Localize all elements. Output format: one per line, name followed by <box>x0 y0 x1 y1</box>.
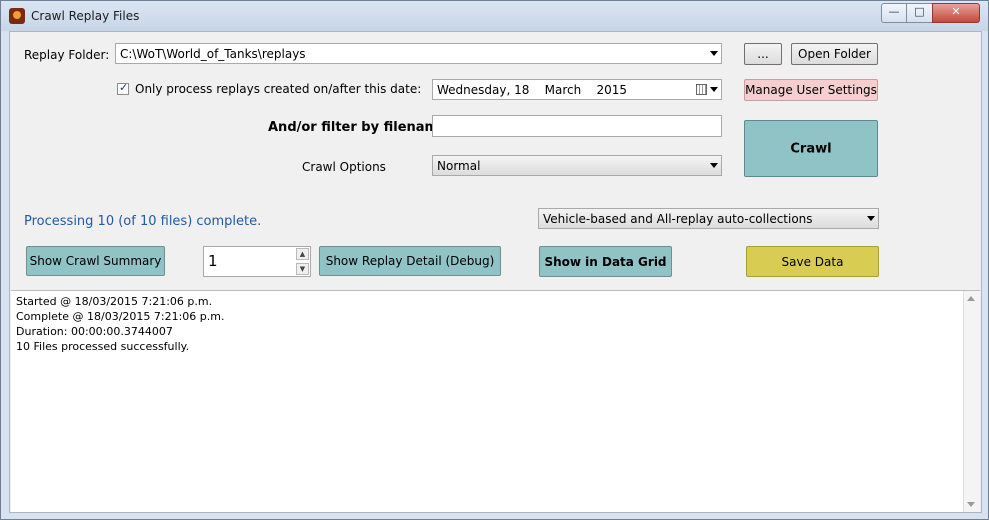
show-in-data-grid-button[interactable]: Show in Data Grid <box>539 246 672 277</box>
filename-filter-input[interactable] <box>432 115 722 137</box>
open-folder-label: Open Folder <box>798 47 871 61</box>
manage-user-settings-button[interactable]: Manage User Settings <box>744 79 878 101</box>
title-bar[interactable]: Crawl Replay Files — □ ✕ <box>1 1 988 31</box>
log-output[interactable]: Started @ 18/03/2015 7:21:06 p.m. Comple… <box>11 290 980 512</box>
game-app-icon <box>9 8 25 24</box>
status-text: Processing 10 (of 10 files) complete. <box>24 214 262 229</box>
scroll-up-icon[interactable] <box>967 296 975 301</box>
collections-value: Vehicle-based and All-replay auto-collec… <box>543 212 813 226</box>
replay-folder-label: Replay Folder: <box>24 48 110 62</box>
show-crawl-summary-label: Show Crawl Summary <box>29 254 162 268</box>
collections-select[interactable]: Vehicle-based and All-replay auto-collec… <box>538 208 879 229</box>
chevron-down-icon[interactable] <box>710 87 718 92</box>
date-filter-label: Only process replays created on/after th… <box>135 82 422 96</box>
browse-button-label: ... <box>757 47 769 61</box>
chevron-down-icon[interactable] <box>710 163 718 168</box>
stepper-down-icon[interactable]: ▼ <box>296 263 309 275</box>
close-button[interactable]: ✕ <box>932 3 980 23</box>
filename-filter-label: And/or filter by filename: <box>268 120 453 135</box>
log-line: 10 Files processed successfully. <box>16 340 190 353</box>
crawl-replay-files-window: Crawl Replay Files — □ ✕ Replay Folder: … <box>0 0 989 520</box>
show-replay-detail-button[interactable]: Show Replay Detail (Debug) <box>319 246 501 276</box>
show-in-data-grid-label: Show in Data Grid <box>544 254 667 269</box>
save-data-button[interactable]: Save Data <box>746 246 879 277</box>
save-data-label: Save Data <box>781 254 844 269</box>
crawl-button-label: Crawl <box>790 141 832 156</box>
open-folder-button[interactable]: Open Folder <box>791 43 878 65</box>
crawl-options-label: Crawl Options <box>302 160 386 174</box>
replay-folder-combo[interactable]: C:\WoT\World_of_Tanks\replays <box>115 43 722 64</box>
minimize-button[interactable]: — <box>881 3 907 23</box>
chevron-down-icon[interactable] <box>867 216 875 221</box>
date-picker-value: Wednesday, 18 March 2015 <box>437 83 628 97</box>
window-title: Crawl Replay Files <box>31 9 140 23</box>
browse-button[interactable]: ... <box>744 43 782 65</box>
stepper-value: 1 <box>208 252 218 270</box>
log-line: Duration: 00:00:00.3744007 <box>16 325 173 338</box>
crawl-options-select[interactable]: Normal <box>432 155 722 176</box>
show-replay-detail-label: Show Replay Detail (Debug) <box>325 254 495 268</box>
stepper-up-icon[interactable]: ▲ <box>296 248 309 260</box>
scroll-down-icon[interactable] <box>967 502 975 507</box>
client-area: Replay Folder: C:\WoT\World_of_Tanks\rep… <box>9 31 982 513</box>
show-crawl-summary-button[interactable]: Show Crawl Summary <box>26 246 165 276</box>
maximize-button[interactable]: □ <box>906 3 933 23</box>
chevron-down-icon[interactable] <box>710 51 718 56</box>
calendar-icon[interactable] <box>696 84 707 95</box>
date-picker[interactable]: Wednesday, 18 March 2015 <box>432 79 722 100</box>
log-line: Started @ 18/03/2015 7:21:06 p.m. <box>16 295 213 308</box>
replay-index-stepper[interactable]: 1 ▲ ▼ <box>203 246 311 277</box>
log-scrollbar[interactable] <box>963 291 980 512</box>
date-filter-checkbox[interactable] <box>117 81 129 95</box>
log-line: Complete @ 18/03/2015 7:21:06 p.m. <box>16 310 225 323</box>
crawl-options-value: Normal <box>437 159 481 173</box>
replay-folder-value: C:\WoT\World_of_Tanks\replays <box>120 47 306 61</box>
crawl-button[interactable]: Crawl <box>744 120 878 177</box>
manage-user-settings-label: Manage User Settings <box>745 83 877 97</box>
